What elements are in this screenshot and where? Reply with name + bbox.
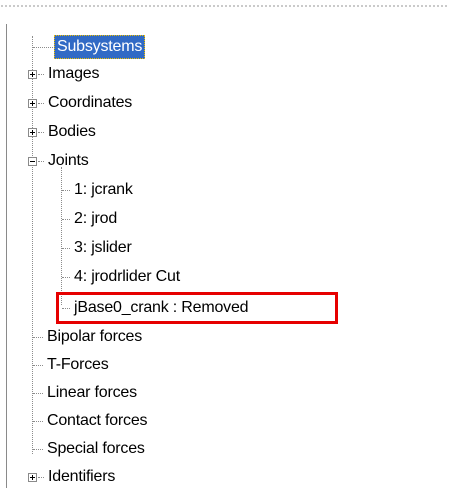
expand-plus-icon[interactable]: [28, 473, 37, 482]
tree-item-label: Bipolar forces: [47, 328, 143, 345]
tree-branch-line: [33, 364, 43, 366]
tree-branch-line: [33, 420, 43, 422]
tree-branch-line: [62, 276, 70, 278]
tree-item-identifiers[interactable]: Identifiers: [38, 463, 118, 491]
tree-branch-line: [33, 336, 43, 338]
tree-branch-line: [38, 476, 44, 478]
tree-branch-line: [33, 46, 53, 48]
tree-item-bipolar-forces[interactable]: Bipolar forces: [33, 323, 145, 351]
tree-item-subsystems[interactable]: Subsystems: [33, 33, 146, 61]
tree-item-joint-4[interactable]: 4: jrodrlider Cut: [62, 263, 183, 291]
tree-item-label: Coordinates: [48, 94, 133, 111]
tree-item-label: Images: [48, 65, 100, 82]
tree-branch-line: [33, 392, 43, 394]
subsystems-tree[interactable]: Subsystems Images Coordinates Bodies Joi…: [0, 0, 449, 488]
tree-item-label: Joints: [48, 152, 89, 169]
tree-branch-line: [62, 218, 70, 220]
tree-branch-line: [38, 102, 44, 104]
tree-branch-line: [62, 247, 70, 249]
tree-item-special-forces[interactable]: Special forces: [33, 435, 148, 463]
tree-item-joint-2[interactable]: 2: jrod: [62, 205, 120, 233]
tree-item-bodies[interactable]: Bodies: [38, 118, 99, 146]
expand-plus-icon[interactable]: [28, 99, 37, 108]
tree-item-label: Special forces: [47, 440, 145, 457]
tree-item-images[interactable]: Images: [38, 60, 102, 88]
tree-item-t-forces[interactable]: T-Forces: [33, 351, 112, 379]
collapse-minus-icon[interactable]: [28, 157, 37, 166]
tree-item-label: Contact forces: [47, 412, 148, 429]
tree-branch-line: [33, 448, 43, 450]
tree-item-joint-3[interactable]: 3: jslider: [62, 234, 135, 262]
expand-plus-icon[interactable]: [28, 128, 37, 137]
tree-item-label: 3: jslider: [74, 239, 132, 256]
tree-item-label: 1: jcrank: [74, 181, 133, 198]
tree-item-contact-forces[interactable]: Contact forces: [33, 407, 150, 435]
tree-item-joints[interactable]: Joints: [38, 147, 92, 175]
tree-item-label: 4: jrodrlider Cut: [74, 268, 180, 285]
expand-plus-icon[interactable]: [28, 70, 37, 79]
tree-branch-line: [38, 131, 44, 133]
tree-branch-line: [38, 73, 44, 75]
tree-item-label: Subsystems: [54, 35, 146, 59]
tree-item-label: 2: jrod: [74, 210, 118, 227]
tree-item-coordinates[interactable]: Coordinates: [38, 89, 135, 117]
removed-joint-highlight: [56, 292, 338, 324]
tree-branch-line: [62, 189, 70, 191]
tree-item-label: Linear forces: [47, 384, 137, 401]
tree-item-joint-1[interactable]: 1: jcrank: [62, 176, 136, 204]
tree-branch-line: [38, 160, 44, 162]
tree-item-linear-forces[interactable]: Linear forces: [33, 379, 140, 407]
tree-item-label: Identifiers: [48, 468, 116, 485]
tree-item-label: Bodies: [48, 123, 96, 140]
tree-item-label: T-Forces: [47, 356, 109, 373]
